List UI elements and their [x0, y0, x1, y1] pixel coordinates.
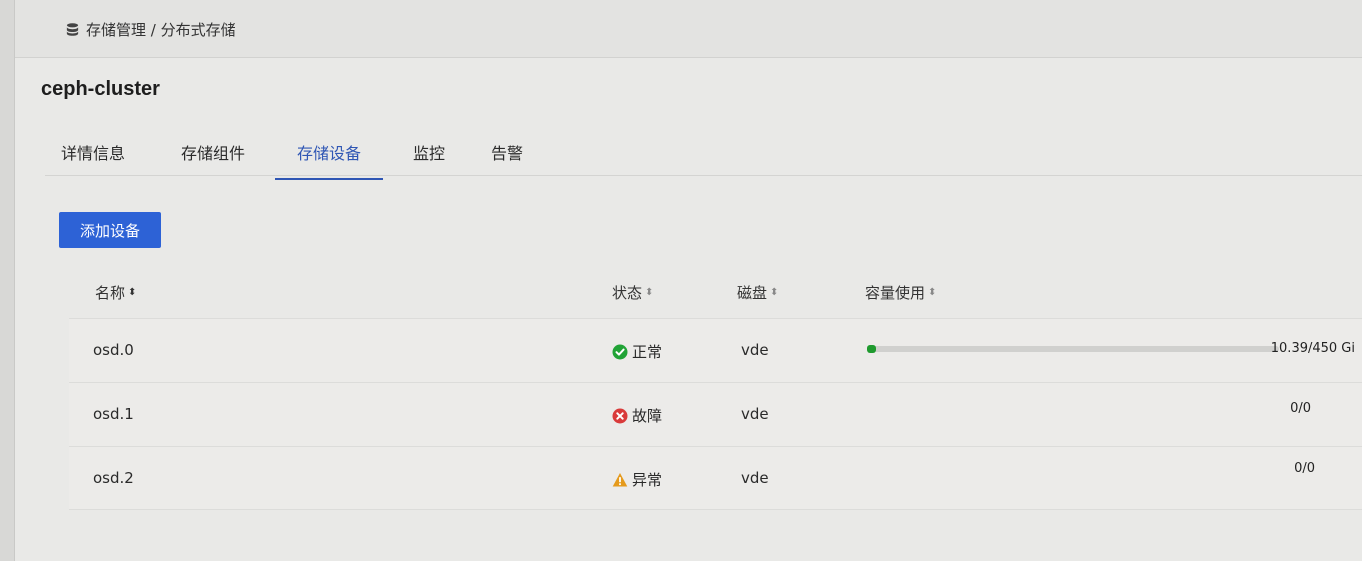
sort-icon[interactable]: ⬍	[128, 287, 136, 298]
capacity-bar-fill	[867, 345, 876, 353]
status-label: 故障	[632, 407, 663, 425]
status-label: 正常	[632, 343, 663, 361]
add-device-button[interactable]: 添加设备	[59, 212, 161, 248]
column-header-status-label: 状态	[612, 284, 643, 302]
sort-icon[interactable]: ⬍	[645, 287, 653, 298]
tab-storage-components[interactable]: 存储组件	[181, 140, 245, 178]
column-header-name[interactable]: 名称 ⬍	[95, 282, 136, 303]
capacity-usage-text: 10.39/450 Gi	[1270, 341, 1355, 356]
tab-alerts[interactable]: 告警	[491, 140, 523, 178]
column-header-usage-label: 容量使用	[865, 284, 926, 302]
table-row[interactable]: osd.2 异常 vde 0/0	[69, 446, 1362, 510]
tab-monitor[interactable]: 监控	[413, 140, 445, 178]
capacity-usage-text: 0/0	[1290, 401, 1311, 416]
device-status: 故障	[612, 405, 662, 426]
device-disk: vde	[741, 341, 769, 359]
breadcrumb-bar: 存储管理 / 分布式存储	[15, 0, 1362, 58]
capacity-usage-text: 0/0	[1294, 461, 1315, 476]
warning-triangle-icon	[612, 472, 628, 486]
tab-details[interactable]: 详情信息	[61, 140, 125, 178]
page-title: ceph-cluster	[41, 78, 160, 100]
column-header-disk-label: 磁盘	[737, 284, 768, 302]
device-name: osd.2	[93, 469, 134, 487]
column-header-usage[interactable]: 容量使用 ⬍	[865, 282, 936, 303]
capacity-bar	[867, 345, 1279, 353]
status-label: 异常	[632, 471, 663, 489]
table-row[interactable]: osd.0 正常 vde 10.39/450 Gi	[69, 318, 1362, 382]
device-disk: vde	[741, 405, 769, 423]
breadcrumb-text[interactable]: 存储管理 / 分布式存储	[86, 19, 236, 40]
tab-bar: 详情信息 存储组件 存储设备 监控 告警	[45, 128, 1362, 180]
device-status: 正常	[612, 341, 662, 362]
check-circle-icon	[612, 344, 628, 359]
database-icon	[66, 23, 79, 36]
column-header-status[interactable]: 状态 ⬍	[612, 282, 653, 303]
error-circle-icon	[612, 408, 628, 423]
sort-icon[interactable]: ⬍	[770, 287, 778, 298]
table-header: 名称 ⬍ 状态 ⬍ 磁盘 ⬍ 容量使用 ⬍	[69, 270, 1362, 316]
column-header-name-label: 名称	[95, 284, 126, 302]
tab-storage-devices[interactable]: 存储设备	[275, 140, 384, 180]
device-name: osd.0	[93, 341, 134, 359]
table-row[interactable]: osd.1 故障 vde 0/0	[69, 382, 1362, 446]
sort-icon[interactable]: ⬍	[928, 287, 936, 298]
device-table: 名称 ⬍ 状态 ⬍ 磁盘 ⬍ 容量使用 ⬍ osd.0 正常 vde 10.39…	[69, 270, 1362, 516]
device-status: 异常	[612, 469, 662, 490]
device-name: osd.1	[93, 405, 134, 423]
device-disk: vde	[741, 469, 769, 487]
breadcrumb: 存储管理 / 分布式存储	[65, 19, 236, 40]
app-window: 存储管理 / 分布式存储 ceph-cluster 详情信息 存储组件 存储设备…	[14, 0, 1362, 561]
column-header-disk[interactable]: 磁盘 ⬍	[737, 282, 778, 303]
